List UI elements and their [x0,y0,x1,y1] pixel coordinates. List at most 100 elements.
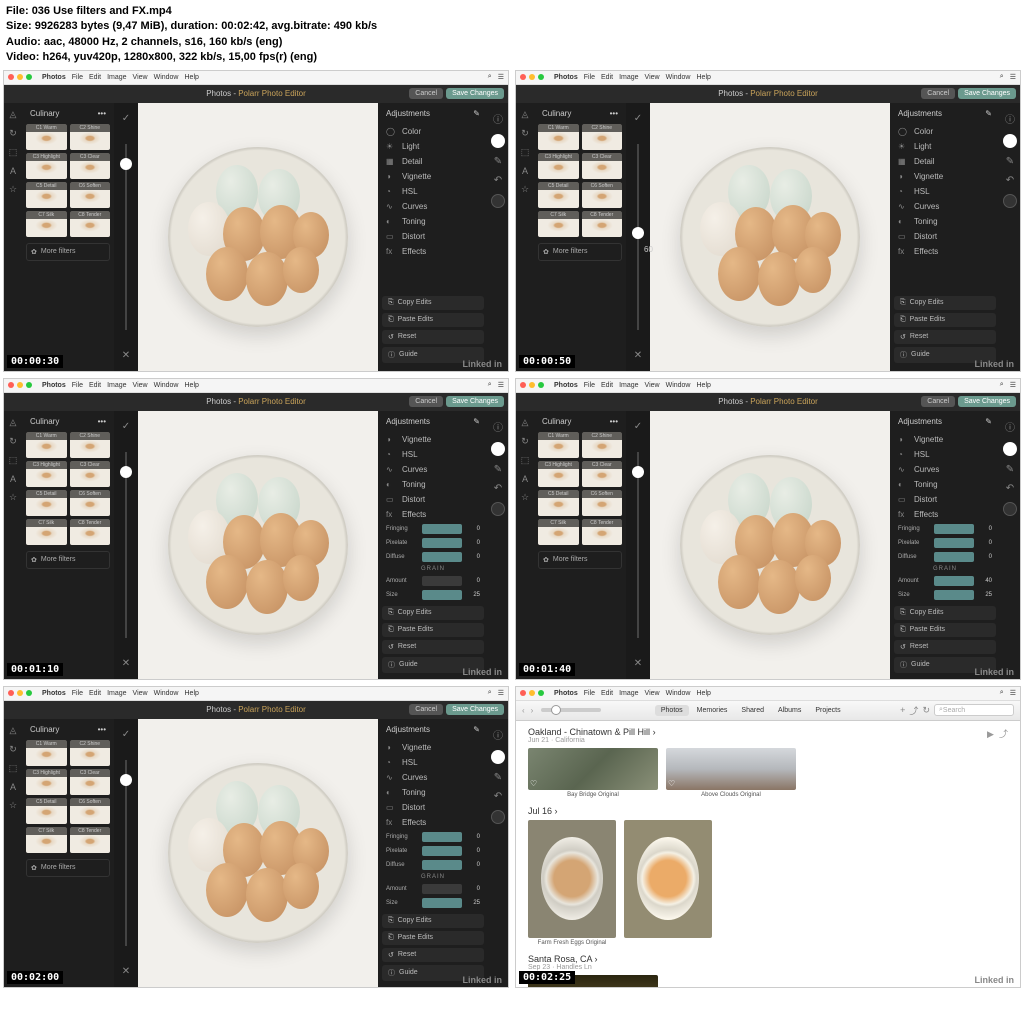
menu-edit[interactable]: Edit [601,382,613,389]
image-canvas[interactable] [650,103,890,371]
traffic-lights[interactable] [8,382,32,388]
undo-icon[interactable]: ↶ [1006,175,1014,186]
star-icon[interactable]: ☆ [9,800,17,811]
save-button[interactable]: Save Changes [446,396,504,407]
adjustment-toning[interactable]: ◐Toning [894,477,996,492]
history-icon[interactable]: ↻ [9,128,17,139]
text-icon[interactable]: A [10,782,16,792]
slider-handle[interactable] [120,466,132,478]
menu-file[interactable]: File [72,382,83,389]
menu-help[interactable]: Help [185,690,199,697]
filter-category[interactable]: Culinary [30,725,59,734]
star-icon[interactable]: ☆ [9,184,17,195]
filter-preset[interactable]: C3 Clear [70,461,111,487]
fx-slider-pixelate[interactable]: Pixelate0 [894,536,996,550]
filter-preset[interactable]: C6 Soften [70,490,111,516]
dark-preview-icon[interactable] [1003,502,1017,516]
copy-edits-button[interactable]: ⎘Copy Edits [382,606,484,620]
adjustment-distort[interactable]: ▭Distort [382,492,484,507]
fx-slider-pixelate[interactable]: Pixelate0 [382,536,484,550]
more-filters-button[interactable]: ✿More filters [26,551,110,569]
filter-preset[interactable]: C7 Silk [26,519,67,545]
more-filters-button[interactable]: ✿More filters [538,243,622,261]
brush-icon[interactable]: ✎ [1006,156,1014,167]
menu-help[interactable]: Help [697,690,711,697]
filter-preset[interactable]: C5 Detail [26,490,67,516]
menu-view[interactable]: View [645,690,660,697]
fx-slider-fringing[interactable]: Fringing0 [894,522,996,536]
filter-preset[interactable]: C5 Detail [26,798,67,824]
adjustment-toning[interactable]: ◐Toning [382,214,484,229]
x-icon[interactable]: ✕ [634,658,642,669]
intensity-slider[interactable]: ✓ ✕ [114,411,138,679]
intensity-slider[interactable]: ✓ ✕ [114,719,138,987]
menu-image[interactable]: Image [107,690,126,697]
x-icon[interactable]: ✕ [634,350,642,361]
crop-icon[interactable]: ⬚ [9,147,18,158]
adjustment-distort[interactable]: ▭Distort [382,800,484,815]
menu-view[interactable]: View [133,74,148,81]
white-preview-icon[interactable] [1003,442,1017,456]
search-icon[interactable]: ⌕ [488,73,492,81]
tab-photos[interactable]: Photos [655,705,689,716]
menu-edit[interactable]: Edit [89,74,101,81]
menu-view[interactable]: View [133,382,148,389]
slider-handle[interactable] [120,158,132,170]
star-icon[interactable]: ☆ [521,184,529,195]
adjustment-effects[interactable]: fxEffects [382,507,484,522]
info-icon[interactable]: ⓘ [1005,111,1015,126]
adjustment-distort[interactable]: ▭Distort [382,229,484,244]
crop-icon[interactable]: ⬚ [521,455,530,466]
fx-slider-pixelate[interactable]: Pixelate0 [382,844,484,858]
history-icon[interactable]: ↻ [521,128,529,139]
adjustment-effects[interactable]: fxEffects [382,244,484,259]
adjustment-vignette[interactable]: ◑Vignette [894,169,996,184]
more-filters-button[interactable]: ✿More filters [538,551,622,569]
cancel-button[interactable]: Cancel [921,396,955,407]
x-icon[interactable]: ✕ [122,658,130,669]
menu-icon[interactable]: ☰ [1010,381,1016,389]
save-button[interactable]: Save Changes [958,396,1016,407]
more-icon[interactable]: ••• [98,725,106,734]
adjustment-vignette[interactable]: ◑Vignette [382,740,484,755]
copy-edits-button[interactable]: ⎘Copy Edits [894,296,996,310]
menu-view[interactable]: View [133,690,148,697]
adjustment-hsl[interactable]: ◔HSL [894,184,996,199]
grain-slider-size[interactable]: Size25 [894,588,996,602]
adjustment-detail[interactable]: ▦Detail [894,154,996,169]
star-icon[interactable]: ☆ [521,492,529,503]
history-icon[interactable]: ↻ [9,436,17,447]
menu-help[interactable]: Help [697,74,711,81]
adjustment-toning[interactable]: ◐Toning [382,785,484,800]
cancel-button[interactable]: Cancel [409,396,443,407]
adjustment-curves[interactable]: ∿Curves [382,770,484,785]
traffic-lights[interactable] [520,690,544,696]
menu-window[interactable]: Window [666,74,691,81]
check-icon[interactable]: ✓ [634,113,642,124]
adjustment-vignette[interactable]: ◑Vignette [382,169,484,184]
menu-image[interactable]: Image [107,74,126,81]
app-menu[interactable]: Photos [554,74,578,81]
save-button[interactable]: Save Changes [446,88,504,99]
menu-image[interactable]: Image [107,382,126,389]
section-title[interactable]: Oakland - Chinatown & Pill Hill › [528,727,656,737]
grain-slider-amount[interactable]: Amount0 [382,882,484,896]
more-filters-button[interactable]: ✿More filters [26,243,110,261]
cancel-button[interactable]: Cancel [921,88,955,99]
filter-preset[interactable]: C2 Shine [70,432,111,458]
copy-edits-button[interactable]: ⎘Copy Edits [894,606,996,620]
reset-button[interactable]: ↺Reset [382,330,484,344]
filter-preset[interactable]: C2 Shine [70,124,111,150]
dark-preview-icon[interactable] [491,502,505,516]
dark-preview-icon[interactable] [1003,194,1017,208]
check-icon[interactable]: ✓ [122,729,130,740]
fx-slider-diffuse[interactable]: Diffuse0 [894,550,996,564]
menu-file[interactable]: File [584,382,595,389]
dark-preview-icon[interactable] [491,810,505,824]
filter-preset[interactable]: C7 Silk [538,211,579,237]
more-icon[interactable]: ••• [98,109,106,118]
adjustment-color[interactable]: ◯Color [382,124,484,139]
filter-preset[interactable]: C8 Tender [70,827,111,853]
adjustment-distort[interactable]: ▭Distort [894,492,996,507]
zoom-slider[interactable] [541,708,601,712]
